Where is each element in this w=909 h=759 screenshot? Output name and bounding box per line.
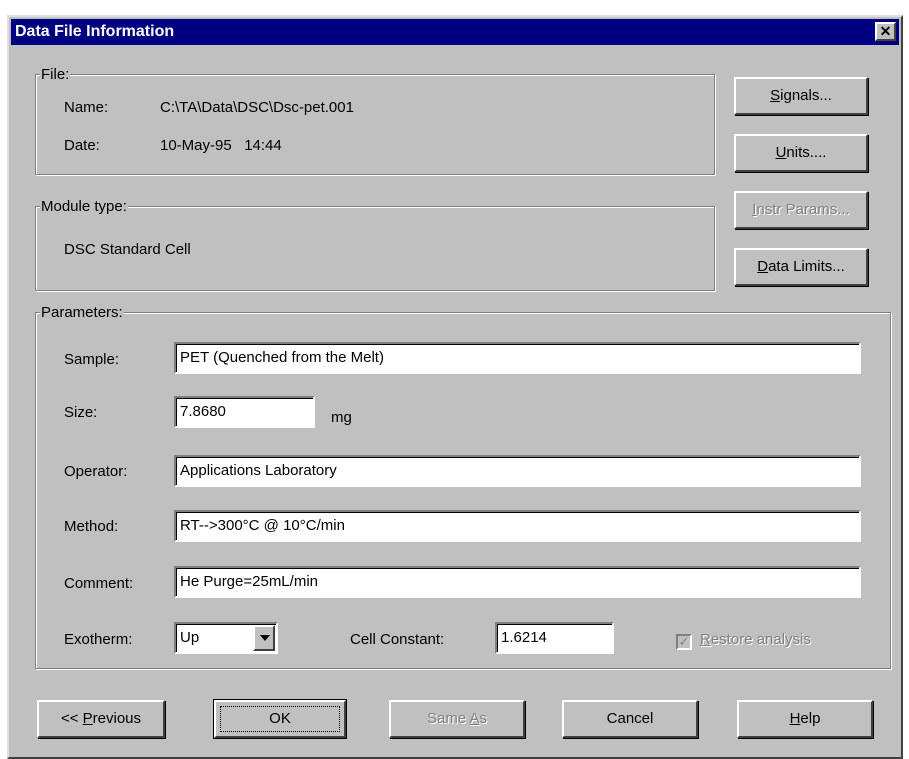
help-button[interactable]: Help [737,700,873,738]
module-type-label: Module type: [40,198,128,215]
file-date-label: Date: [64,137,100,154]
comment-label: Comment: [64,575,134,592]
comment-input[interactable]: He Purge=25mL/min [174,566,861,598]
units-label: nits.... [786,144,827,161]
restore-analysis-checkbox: ✓ [676,634,692,650]
same-as-mnemonic: A [469,710,480,727]
ok-button[interactable]: OK [213,699,347,739]
restore-mnemonic: R [700,631,711,648]
method-label: Method: [64,518,119,535]
file-date-value: 10-May-95 14:44 [160,137,282,154]
cell-constant-input[interactable]: 1.6214 [495,622,614,654]
help-mnemonic: H [789,710,801,727]
operator-input[interactable]: Applications Laboratory [174,455,861,487]
same-as-button: Same As [389,700,525,738]
file-group-label: File: [40,66,71,83]
parameters-label: Parameters: [40,304,124,321]
data-limits-button[interactable]: Data Limits... [734,248,868,286]
help-label: elp [800,710,821,727]
dialog-title: Data File Information [15,23,175,40]
instr-params-button: Instr Params... [734,191,868,229]
data-file-information-dialog: Data File Information ✕ File: Name: C:\T… [7,15,903,759]
title-bar: Data File Information ✕ [11,19,899,45]
same-as-prefix: Same [426,710,470,727]
restore-label-text: estore analysis [710,631,811,648]
size-input[interactable]: 7.8680 [174,396,315,428]
ok-label: OK [269,710,291,727]
cell-constant-label: Cell Constant: [350,631,445,648]
previous-label: revious [92,710,142,727]
previous-prefix: << [60,710,83,727]
signals-mnemonic: S [770,87,781,104]
module-type-value: DSC Standard Cell [64,241,191,258]
signals-button[interactable]: Signals... [734,77,868,115]
file-name-label: Name: [64,99,109,116]
size-unit: mg [331,409,352,426]
signals-label: ignals... [780,87,832,104]
exotherm-value: Up [180,629,200,646]
close-button[interactable]: ✕ [875,22,896,41]
data-limits-mnemonic: D [757,258,769,275]
cancel-label: Cancel [606,710,654,727]
method-input[interactable]: RT-->300°C @ 10°C/min [174,510,861,542]
units-mnemonic: U [775,144,787,161]
parameters-group: Parameters: Sample: PET (Quenched from t… [35,304,891,669]
size-label: Size: [64,404,98,421]
previous-mnemonic: P [82,710,93,727]
exotherm-label: Exotherm: [64,631,133,648]
restore-analysis-label: Restore analysis [700,631,811,648]
operator-label: Operator: [64,463,128,480]
file-group: File: Name: C:\TA\Data\DSC\Dsc-pet.001 D… [35,66,715,175]
data-limits-label: ata Limits... [768,258,845,275]
instr-params-label: nstr Params... [756,201,850,218]
module-type-group: Module type: DSC Standard Cell [35,198,715,291]
same-as-label: s [479,710,488,727]
file-name-value: C:\TA\Data\DSC\Dsc-pet.001 [160,99,354,116]
previous-button[interactable]: << Previous [37,700,165,738]
cancel-button[interactable]: Cancel [562,700,698,738]
exotherm-select[interactable]: Up [174,622,278,654]
units-button[interactable]: Units.... [734,134,868,172]
sample-label: Sample: [64,351,120,368]
sample-input[interactable]: PET (Quenched from the Melt) [174,342,861,374]
chevron-down-icon[interactable] [253,625,275,651]
close-icon: ✕ [879,23,892,39]
